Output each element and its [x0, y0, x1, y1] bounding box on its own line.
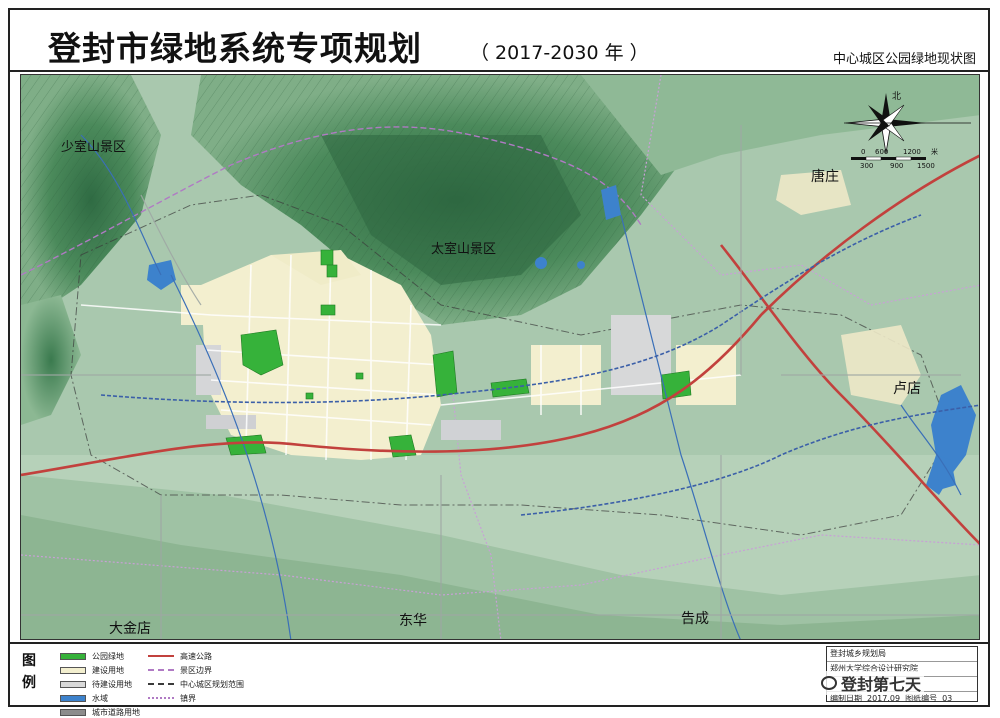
- legend-swatch: [60, 694, 86, 702]
- label-dajindian: 大金店: [109, 621, 151, 637]
- legend-item: 镇界: [148, 692, 196, 704]
- watermark-text: 登封第七天: [841, 675, 922, 694]
- north-label: 北: [892, 91, 901, 102]
- label-tangzhuang: 唐庄: [811, 168, 839, 185]
- map-svg: 少室山景区 太室山景区 唐庄 卢店 大金店 东华 告成 北 0 600 1200…: [21, 75, 979, 639]
- legend-heading: 图例: [22, 653, 36, 691]
- legend-swatch: [148, 669, 174, 671]
- scale-tick-0: 0: [861, 148, 865, 156]
- legend-item: 高速公路: [148, 650, 212, 662]
- legend-label: 水域: [92, 693, 108, 703]
- map-title: 登封市绿地系统专项规划: [48, 29, 422, 68]
- map-canvas[interactable]: 少室山景区 太室山景区 唐庄 卢店 大金店 东华 告成 北 0 600 1200…: [20, 74, 980, 640]
- legend-label: 高速公路: [180, 651, 212, 661]
- legend-swatch: [60, 708, 86, 716]
- legend-item: 水域: [60, 692, 108, 704]
- legend-swatch: [148, 655, 174, 657]
- planning-period: （ 2017-2030 年 ）: [470, 42, 649, 64]
- label-taishi: 太室山景区: [431, 241, 496, 257]
- sheet-value: 03: [942, 694, 953, 703]
- scale-tick-5: 1500: [917, 162, 935, 170]
- legend-label: 镇界: [180, 693, 196, 703]
- legend-swatch: [60, 666, 86, 674]
- label-gaocheng: 告成: [681, 611, 709, 627]
- park-north-2: [326, 264, 338, 278]
- watermark: 登封第七天: [818, 671, 925, 695]
- title-bar: 登封市绿地系统专项规划 （ 2017-2030 年 ） 中心城区公园绿地现状图: [10, 10, 988, 72]
- org-name: 登封城乡规划局: [827, 647, 977, 662]
- map-subtitle: 中心城区公园绿地现状图: [832, 52, 976, 67]
- label-donghua: 东华: [399, 613, 427, 629]
- park-south: [388, 434, 417, 458]
- legend-swatch: [60, 652, 86, 660]
- legend-label: 建设用地: [92, 665, 124, 675]
- park-east: [432, 350, 458, 398]
- scale-unit: 米: [931, 147, 938, 156]
- scale-tick-2: 600: [875, 148, 888, 156]
- legend-swatch: [148, 697, 174, 699]
- scale-tick-3: 900: [890, 162, 903, 170]
- park-small-1: [305, 392, 314, 400]
- legend-label: 中心城区规划范围: [180, 679, 244, 689]
- legend-item: 待建设用地: [60, 678, 132, 690]
- label-shaoshi: 少室山景区: [61, 139, 126, 155]
- legend-label: 待建设用地: [92, 679, 132, 689]
- legend-label: 景区边界: [180, 665, 212, 675]
- legend-label: 公园绿地: [92, 651, 124, 661]
- map-sheet: 登封市绿地系统专项规划 （ 2017-2030 年 ） 中心城区公园绿地现状图: [8, 8, 990, 717]
- wechat-icon: [821, 676, 837, 690]
- legend-item: 景区边界: [148, 664, 212, 676]
- legend-swatch: [60, 680, 86, 688]
- park-north: [320, 249, 334, 266]
- legend-item: 中心城区规划范围: [148, 678, 244, 690]
- legend-item: 公园绿地: [60, 650, 124, 662]
- park-small-2: [355, 372, 364, 380]
- scale-tick-1: 300: [860, 162, 873, 170]
- legend-item: 建设用地: [60, 664, 124, 676]
- scale-tick-4: 1200: [903, 148, 921, 156]
- label-ludian: 卢店: [893, 381, 921, 397]
- legend-item: 城市道路用地: [60, 706, 140, 718]
- legend-swatch: [148, 683, 174, 685]
- park-center: [320, 304, 336, 316]
